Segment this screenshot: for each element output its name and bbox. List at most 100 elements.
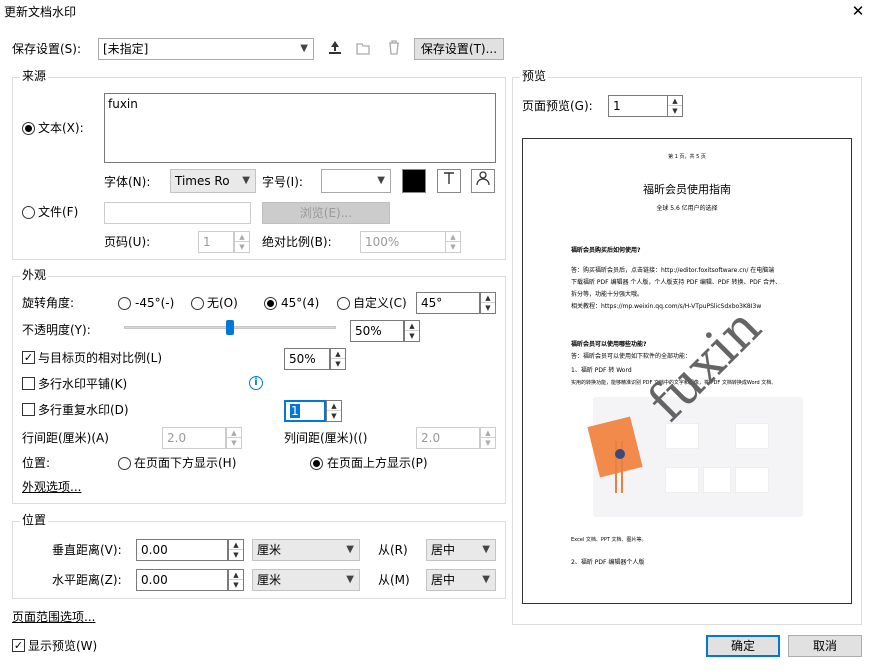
opacity-stepper[interactable]: ▲ ▼ bbox=[404, 320, 420, 342]
import-preset-icon[interactable] bbox=[352, 38, 374, 60]
rotation-minus45-label: -45°(-) bbox=[135, 296, 175, 310]
text-radio[interactable] bbox=[22, 122, 35, 135]
file-radio[interactable] bbox=[22, 206, 35, 219]
opacity-slider-thumb[interactable] bbox=[226, 320, 234, 335]
horizontal-unit-select[interactable]: 厘米 ▼ bbox=[252, 569, 360, 591]
preview-page: 第 1 页，共 5 页 福昕会员使用指南 全球 5.6 亿用户的选择 福昕会员购… bbox=[522, 138, 852, 604]
font-select[interactable]: Times Ro ▼ bbox=[170, 169, 256, 193]
horizontal-distance-stepper[interactable]: ▲ ▼ bbox=[228, 569, 244, 591]
delete-preset-icon[interactable] bbox=[383, 38, 405, 60]
horizontal-distance-label: 水平距离(Z): bbox=[52, 573, 122, 587]
relative-scale-checkbox[interactable]: ✓ bbox=[22, 351, 35, 364]
close-icon[interactable]: ✕ bbox=[850, 3, 866, 19]
absolute-scale-input[interactable]: 100% bbox=[360, 231, 446, 253]
page-number-input[interactable]: 1 bbox=[198, 231, 234, 253]
font-size-select[interactable]: ▼ bbox=[321, 169, 391, 193]
chevron-down-icon: ▼ bbox=[346, 574, 354, 585]
doc-question-1: 福昕会员购买后如何使用? bbox=[571, 247, 641, 254]
vertical-unit-value: 厘米 bbox=[257, 543, 282, 557]
relative-scale-input[interactable]: 50% bbox=[284, 348, 330, 370]
file-path-input[interactable] bbox=[104, 202, 251, 224]
above-page-label: 在页面上方显示(P) bbox=[327, 456, 428, 470]
source-group-title: 来源 bbox=[20, 68, 49, 84]
preview-page-stepper[interactable]: ▲ ▼ bbox=[667, 95, 683, 117]
person-icon[interactable] bbox=[471, 169, 495, 193]
horizontal-from-label: 从(M) bbox=[378, 573, 410, 587]
tile-label: 多行水印平铺(K) bbox=[38, 377, 128, 391]
vertical-from-label: 从(R) bbox=[378, 543, 408, 557]
save-settings-select[interactable]: [未指定] ▼ bbox=[98, 38, 314, 60]
absolute-scale-stepper[interactable]: ▲ ▼ bbox=[445, 231, 461, 253]
doc-answer-1-line-2: 下载福昕 PDF 编辑器 个人版，个人版支持 PDF 编辑、PDF 转换、PDF… bbox=[571, 279, 782, 286]
tile-checkbox[interactable] bbox=[22, 377, 35, 390]
doc-illustration bbox=[587, 397, 803, 517]
rotation-45-radio[interactable] bbox=[264, 297, 277, 310]
below-page-label: 在页面下方显示(H) bbox=[134, 456, 237, 470]
vertical-from-select[interactable]: 居中 ▼ bbox=[426, 539, 496, 561]
page-number-stepper[interactable]: ▲ ▼ bbox=[234, 231, 250, 253]
below-page-radio[interactable] bbox=[118, 457, 131, 470]
doc-subtitle: 全球 5.6 亿用户的选择 bbox=[656, 205, 718, 212]
rotation-input[interactable]: 45° bbox=[416, 292, 480, 314]
doc-answer-2-line-4: Excel 文档、PPT 文档、图片等。 bbox=[571, 537, 647, 543]
opacity-label: 不透明度(Y): bbox=[22, 323, 91, 337]
save-settings-label: 保存设置(S): bbox=[12, 42, 82, 56]
row-gap-stepper[interactable]: ▲ ▼ bbox=[226, 427, 242, 449]
rotation-none-label: 无(O) bbox=[207, 296, 238, 310]
horizontal-unit-value: 厘米 bbox=[257, 573, 282, 587]
rotation-minus45-radio[interactable] bbox=[118, 297, 131, 310]
ok-button[interactable]: 确定 bbox=[706, 635, 780, 657]
vertical-distance-input[interactable]: 0.00 bbox=[136, 539, 228, 561]
rotation-none-radio[interactable] bbox=[191, 297, 204, 310]
chevron-down-icon: ▼ bbox=[242, 175, 250, 186]
repeat-count-input[interactable]: 1 bbox=[284, 400, 326, 422]
cancel-button[interactable]: 取消 bbox=[788, 635, 862, 657]
vertical-distance-stepper[interactable]: ▲ ▼ bbox=[228, 539, 244, 561]
page-number-label: 页码(U): bbox=[104, 235, 151, 249]
chevron-down-icon: ▼ bbox=[377, 175, 385, 186]
opacity-input[interactable]: 50% bbox=[350, 320, 404, 342]
show-preview-label: 显示预览(W) bbox=[28, 639, 98, 653]
above-page-radio[interactable] bbox=[310, 457, 323, 470]
info-icon[interactable]: i bbox=[249, 376, 263, 390]
position-label: 位置: bbox=[22, 456, 51, 470]
rotation-custom-radio[interactable] bbox=[337, 297, 350, 310]
font-color-swatch[interactable] bbox=[402, 169, 426, 193]
horizontal-from-select[interactable]: 居中 ▼ bbox=[426, 569, 496, 591]
appearance-options-link[interactable]: 外观选项... bbox=[22, 479, 81, 495]
browse-button[interactable]: 浏览(E)... bbox=[262, 202, 390, 224]
save-settings-value: [未指定] bbox=[103, 42, 149, 56]
font-size-label: 字号(I): bbox=[262, 175, 303, 189]
save-preset-icon[interactable] bbox=[324, 38, 346, 60]
repeat-checkbox[interactable] bbox=[22, 403, 35, 416]
horizontal-distance-input[interactable]: 0.00 bbox=[136, 569, 228, 591]
vertical-from-value: 居中 bbox=[431, 543, 456, 557]
row-gap-input[interactable]: 2.0 bbox=[162, 427, 226, 449]
vertical-unit-select[interactable]: 厘米 ▼ bbox=[252, 539, 360, 561]
preview-page-input[interactable]: 1 bbox=[608, 95, 668, 117]
show-preview-checkbox[interactable]: ✓ bbox=[12, 639, 25, 652]
font-label: 字体(N): bbox=[104, 175, 151, 189]
watermark-text-area[interactable]: fuxin bbox=[104, 93, 496, 163]
text-radio-label: 文本(X): bbox=[38, 121, 84, 135]
chevron-down-icon: ▼ bbox=[482, 574, 490, 585]
col-gap-stepper[interactable]: ▲ ▼ bbox=[480, 427, 496, 449]
page-range-options-link[interactable]: 页面范围选项... bbox=[12, 609, 95, 625]
illustration-person bbox=[615, 449, 625, 459]
doc-title: 福昕会员使用指南 bbox=[643, 183, 731, 196]
doc-answer-2-line-2: 1、福昕 PDF 转 Word bbox=[571, 367, 632, 374]
position-group-title: 位置 bbox=[20, 512, 49, 528]
relative-scale-stepper[interactable]: ▲ ▼ bbox=[330, 348, 346, 370]
col-gap-label: 列间距(厘米)(() bbox=[284, 431, 368, 445]
repeat-count-stepper[interactable]: ▲ ▼ bbox=[326, 400, 342, 422]
repeat-count-value: 1 bbox=[290, 404, 300, 418]
rotation-stepper[interactable]: ▲ ▼ bbox=[480, 292, 496, 314]
save-settings-button[interactable]: 保存设置(T)... bbox=[414, 38, 504, 60]
text-format-icon[interactable] bbox=[437, 169, 461, 193]
file-radio-label: 文件(F) bbox=[38, 205, 79, 219]
col-gap-input[interactable]: 2.0 bbox=[416, 427, 480, 449]
doc-answer-2-line-5: 2、福昕 PDF 编辑器个人版 bbox=[571, 559, 645, 566]
rotation-45-label: 45°(4) bbox=[281, 296, 320, 310]
doc-answer-1-line-1: 答：购买福昕会员后，点击链接：http://editor.foxitsoftwa… bbox=[571, 267, 775, 274]
preview-group-title: 预览 bbox=[520, 68, 549, 84]
